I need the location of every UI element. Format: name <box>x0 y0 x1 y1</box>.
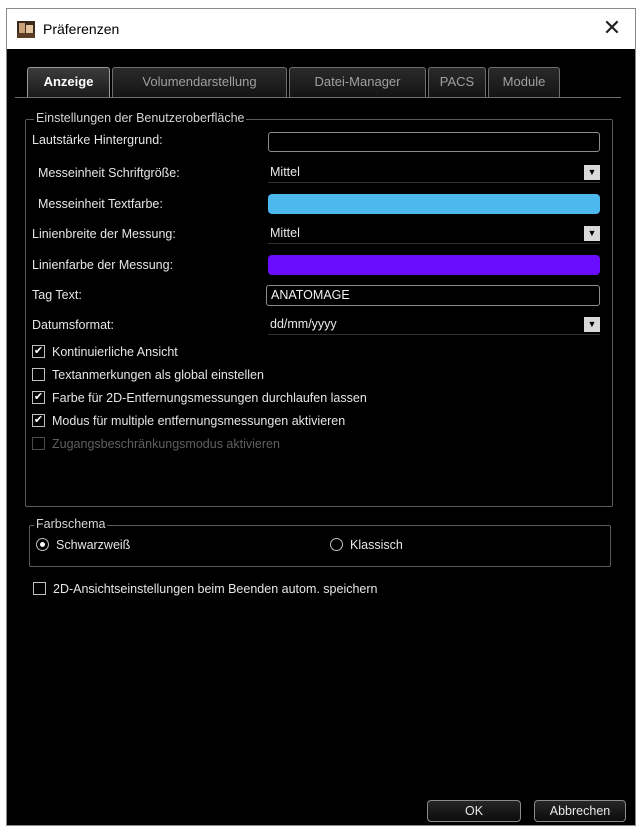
ui-settings-group-label: Einstellungen der Benutzeroberfläche <box>34 111 247 125</box>
date-format-select[interactable]: dd/mm/yyyy ▼ <box>268 315 600 335</box>
checkbox-box[interactable] <box>33 582 46 595</box>
chevron-down-icon[interactable]: ▼ <box>584 165 600 180</box>
global-annotations-label: Textanmerkungen als global einstellen <box>52 368 264 382</box>
checkbox-box[interactable] <box>32 368 45 381</box>
access-restriction-checkbox: Zugangsbeschränkungsmodus aktivieren <box>32 436 280 452</box>
radio-klassisch[interactable]: Klassisch <box>330 537 403 553</box>
font-size-select[interactable]: Mittel ▼ <box>268 163 600 183</box>
line-color-swatch[interactable] <box>268 255 600 275</box>
tab-datei-manager[interactable]: Datei-Manager <box>289 67 426 97</box>
line-width-select[interactable]: Mittel ▼ <box>268 224 600 244</box>
dialog-content: Anzeige Volumendarstellung Datei-Manager… <box>7 49 635 825</box>
global-annotations-checkbox[interactable]: Textanmerkungen als global einstellen <box>32 367 264 383</box>
checkbox-box[interactable]: ✔ <box>32 414 45 427</box>
tag-text-input[interactable]: ANATOMAGE <box>266 285 600 306</box>
date-format-value: dd/mm/yyyy <box>270 317 337 331</box>
date-format-label: Datumsformat: <box>32 318 114 332</box>
cycle-color-checkbox[interactable]: ✔ Farbe für 2D-Entfernungsmessungen durc… <box>32 390 367 406</box>
ui-settings-group: Einstellungen der Benutzeroberfläche Lau… <box>25 111 613 507</box>
tab-panel-anzeige: Einstellungen der Benutzeroberfläche Lau… <box>15 97 621 818</box>
line-width-label: Linienbreite der Messung: <box>32 227 176 241</box>
tab-volumendarstellung[interactable]: Volumendarstellung <box>112 67 287 97</box>
line-width-value: Mittel <box>270 226 300 240</box>
radio-klassisch-label: Klassisch <box>350 538 403 552</box>
cycle-color-label: Farbe für 2D-Entfernungsmessungen durchl… <box>52 391 367 405</box>
line-color-label: Linienfarbe der Messung: <box>32 258 174 272</box>
radio-ring[interactable] <box>330 538 343 551</box>
radio-schwarzweiss-label: Schwarzweiß <box>56 538 131 552</box>
app-icon <box>17 21 35 38</box>
tag-text-label: Tag Text: <box>32 288 82 302</box>
multiple-measurement-checkbox[interactable]: ✔ Modus für multiple entfernungsmessunge… <box>32 413 345 429</box>
tab-pacs[interactable]: PACS <box>428 67 486 97</box>
background-volume-field[interactable] <box>268 132 600 152</box>
text-color-label: Messeinheit Textfarbe: <box>38 197 163 211</box>
background-volume-label: Lautstärke Hintergrund: <box>32 133 163 147</box>
text-color-swatch[interactable] <box>268 194 600 214</box>
cancel-button[interactable]: Abbrechen <box>534 800 626 822</box>
close-icon[interactable]: ✕ <box>599 15 625 41</box>
access-restriction-label: Zugangsbeschränkungsmodus aktivieren <box>52 437 280 451</box>
radio-schwarzweiss[interactable]: Schwarzweiß <box>36 537 130 553</box>
autosave-2d-label: 2D-Ansichtseinstellungen beim Beenden au… <box>53 582 378 596</box>
tab-module[interactable]: Module <box>488 67 560 97</box>
chevron-down-icon[interactable]: ▼ <box>584 317 600 332</box>
color-scheme-group-label: Farbschema <box>34 517 108 531</box>
preferences-dialog: Präferenzen ✕ Anzeige Volumendarstellung… <box>6 8 636 826</box>
autosave-2d-checkbox[interactable]: 2D-Ansichtseinstellungen beim Beenden au… <box>33 581 378 597</box>
tab-anzeige[interactable]: Anzeige <box>27 67 110 97</box>
checkbox-box <box>32 437 45 450</box>
multiple-measurement-label: Modus für multiple entfernungsmessungen … <box>52 414 346 428</box>
font-size-label: Messeinheit Schriftgröße: <box>38 166 180 180</box>
font-size-value: Mittel <box>270 165 300 179</box>
radio-selected-dot <box>40 542 45 547</box>
color-scheme-group: Farbschema Schwarzweiß Klassisch <box>29 517 611 567</box>
checkbox-box[interactable]: ✔ <box>32 391 45 404</box>
chevron-down-icon[interactable]: ▼ <box>584 226 600 241</box>
ok-button[interactable]: OK <box>427 800 521 822</box>
checkbox-box[interactable]: ✔ <box>32 345 45 358</box>
title-bar: Präferenzen ✕ <box>7 9 635 49</box>
radio-ring[interactable] <box>36 538 49 551</box>
continuous-view-label: Kontinuierliche Ansicht <box>52 345 178 359</box>
window-title: Präferenzen <box>43 21 120 37</box>
continuous-view-checkbox[interactable]: ✔ Kontinuierliche Ansicht <box>32 344 178 360</box>
